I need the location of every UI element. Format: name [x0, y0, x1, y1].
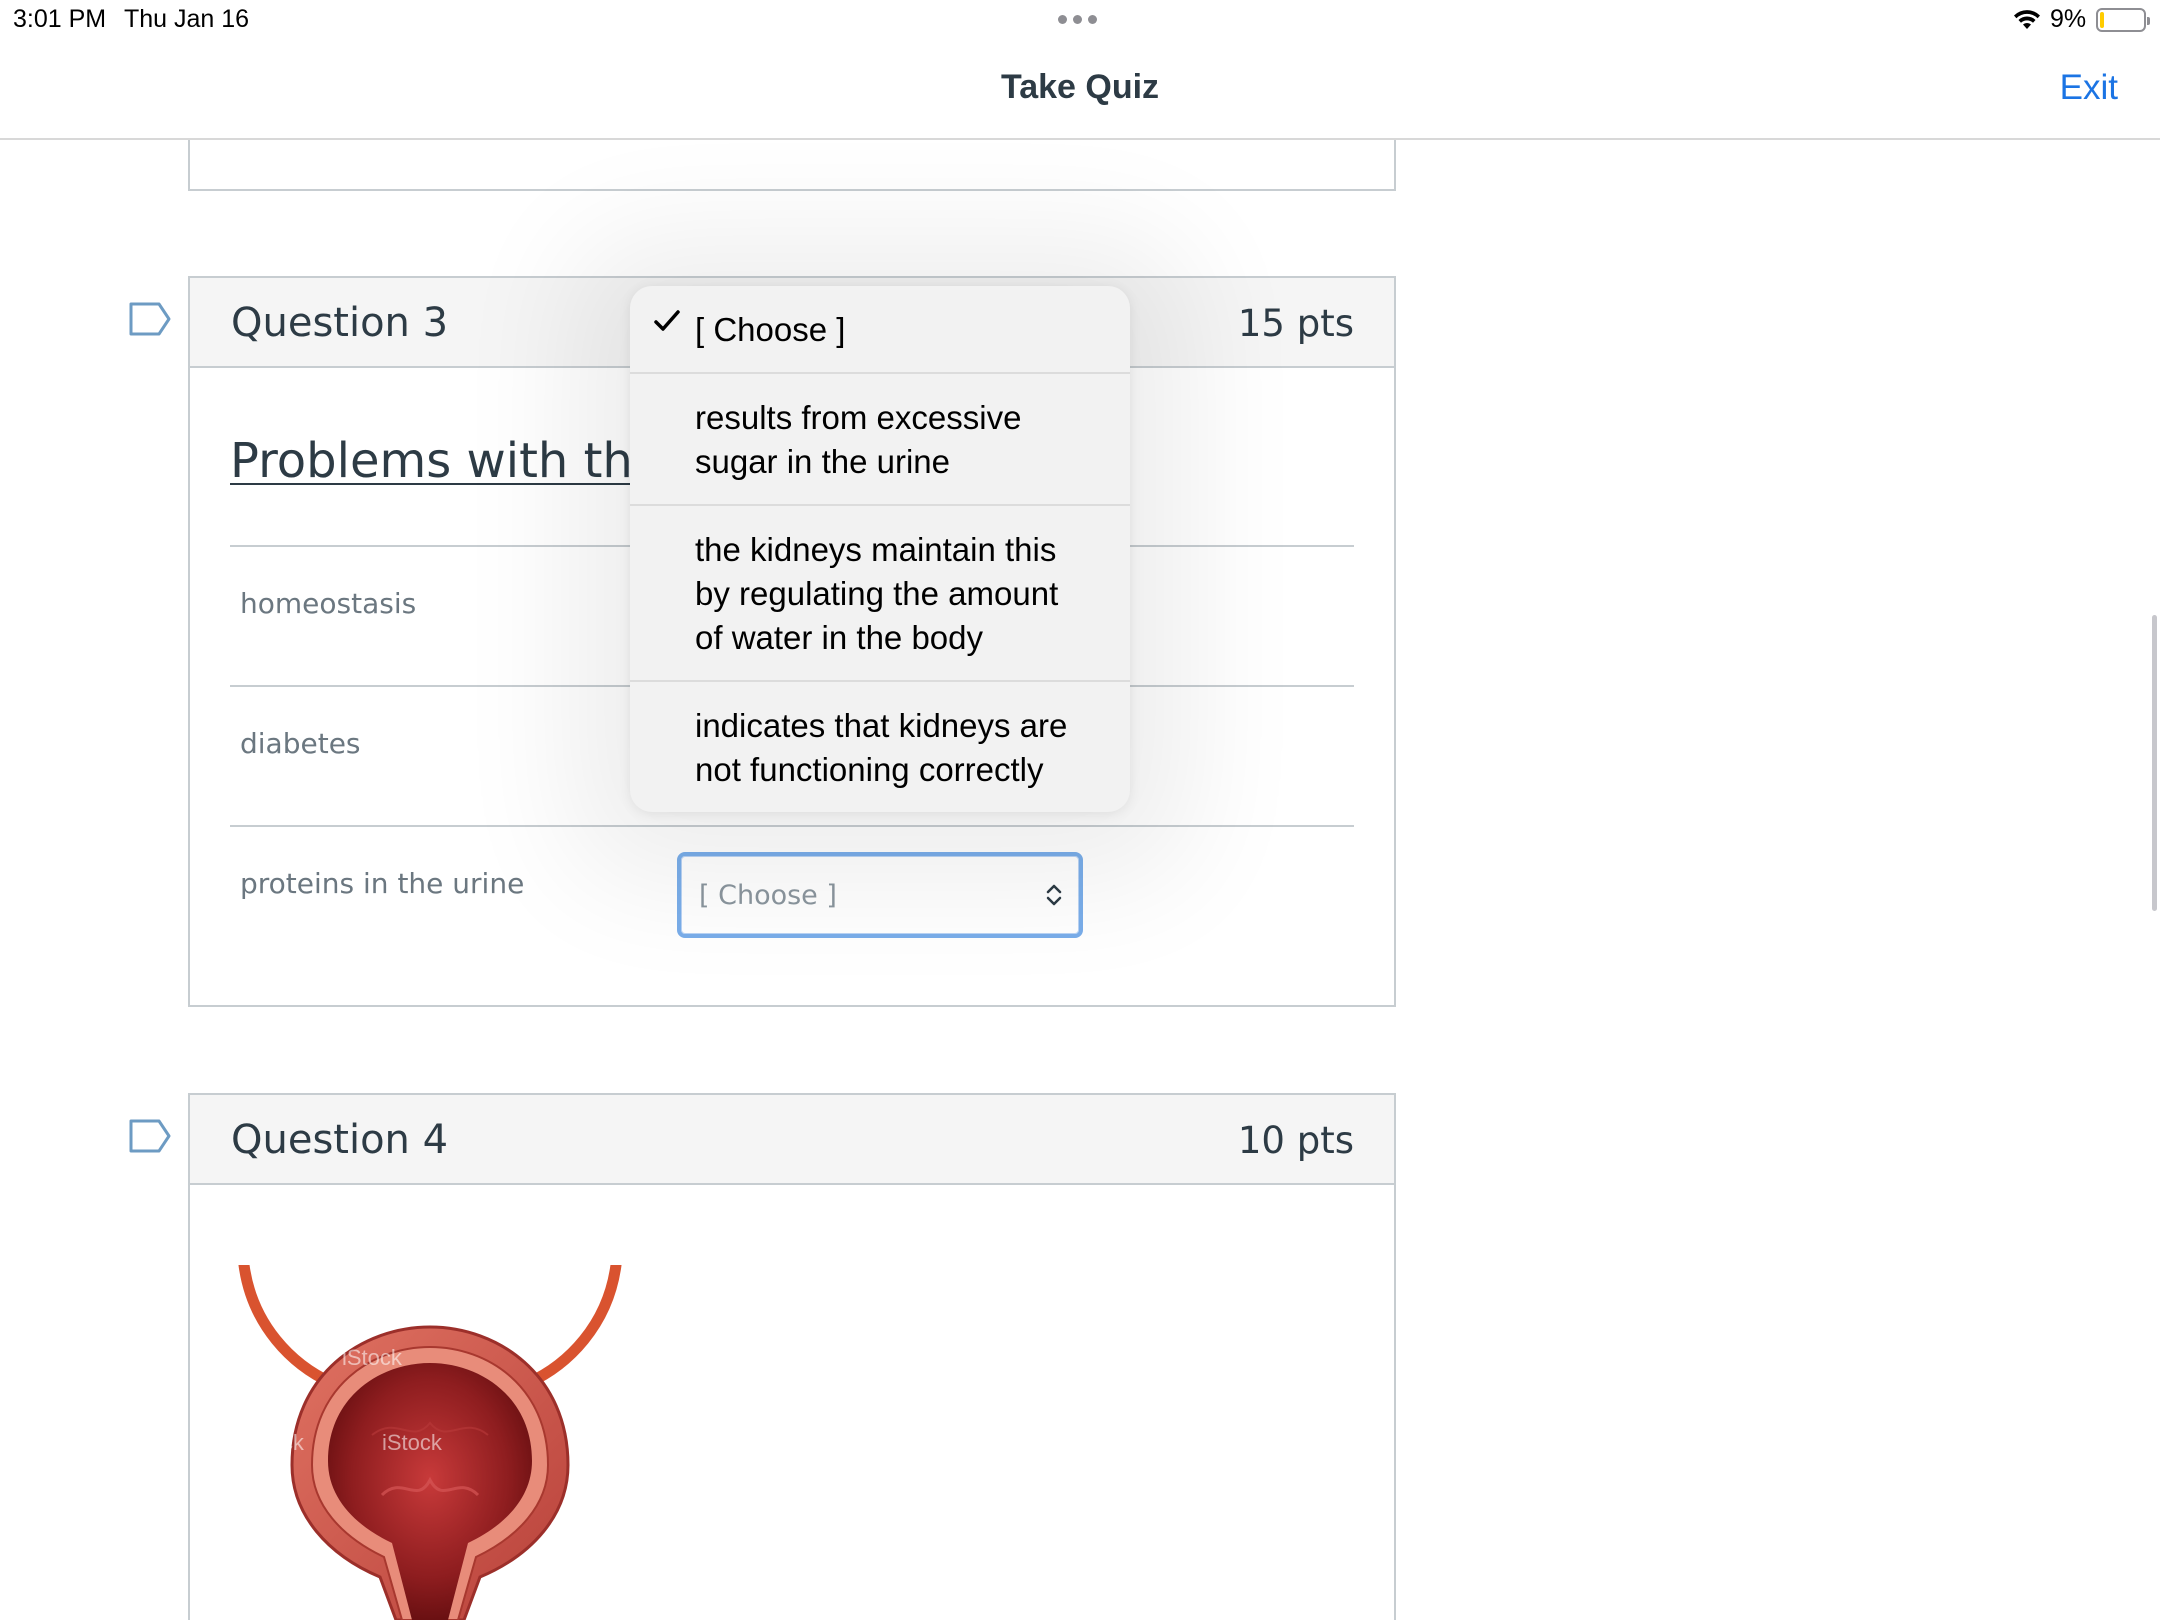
dropdown-option-label: [ Choose ]	[695, 311, 846, 348]
status-bar: 3:01 PM Thu Jan 16 9%	[0, 0, 2160, 40]
bladder-illustration: iStock iStock iStock	[238, 1265, 622, 1620]
checkmark-icon	[654, 310, 680, 331]
dropdown-option-line: the kidneys maintain this	[695, 531, 1057, 568]
divider	[230, 825, 1354, 827]
watermark-text: iStock	[382, 1430, 443, 1455]
previous-question-card	[188, 140, 1396, 191]
status-date: Thu Jan 16	[124, 5, 250, 33]
wifi-icon	[2014, 10, 2040, 29]
scrollbar[interactable]	[2152, 615, 2157, 911]
question-title: Question 3	[231, 300, 449, 346]
answer-select[interactable]: [ Choose ]	[677, 852, 1083, 938]
multitasking-dots-icon[interactable]	[1058, 15, 1097, 24]
dropdown-option-line: not functioning correctly	[695, 751, 1044, 788]
watermark-text: iStock	[244, 1430, 305, 1455]
dropdown-option-line: by regulating the amount	[695, 575, 1059, 612]
question-points: 10 pts	[1237, 1119, 1354, 1162]
question-heading: Problems with the	[230, 433, 663, 489]
exit-button[interactable]: Exit	[2060, 68, 2118, 108]
dropdown-option-line: of water in the body	[695, 619, 984, 656]
dropdown-option-line: indicates that kidneys are	[695, 707, 1068, 744]
chevron-up-down-icon	[1046, 884, 1062, 906]
battery-icon	[2096, 8, 2150, 32]
dropdown-option[interactable]: the kidneys maintain this by regulating …	[630, 506, 1130, 682]
battery-percentage: 9%	[2050, 5, 2087, 33]
dropdown-option-line: sugar in the urine	[695, 443, 950, 480]
question-points: 15 pts	[1237, 302, 1354, 345]
match-prompt: homeostasis	[240, 587, 417, 620]
dropdown-option[interactable]: indicates that kidneys are not functioni…	[630, 682, 1130, 812]
dropdown-option-line: results from excessive	[695, 399, 1022, 436]
dropdown-menu: [ Choose ] results from excessive sugar …	[630, 286, 1130, 812]
match-prompt: diabetes	[240, 727, 361, 760]
question-header: Question 4 10 pts	[190, 1095, 1394, 1185]
page-title: Take Quiz	[1000, 68, 1160, 106]
flag-question-icon[interactable]	[129, 1119, 171, 1153]
match-prompt: proteins in the urine	[240, 867, 525, 900]
dropdown-option[interactable]: results from excessive sugar in the urin…	[630, 374, 1130, 506]
question-title: Question 4	[231, 1117, 449, 1163]
nav-bar: Take Quiz Exit	[0, 40, 2160, 140]
select-value: [ Choose ]	[699, 880, 837, 911]
flag-question-icon[interactable]	[129, 302, 171, 336]
dropdown-option-choose[interactable]: [ Choose ]	[630, 286, 1130, 374]
watermark-text: iStock	[342, 1345, 403, 1370]
status-time: 3:01 PM	[13, 5, 107, 33]
